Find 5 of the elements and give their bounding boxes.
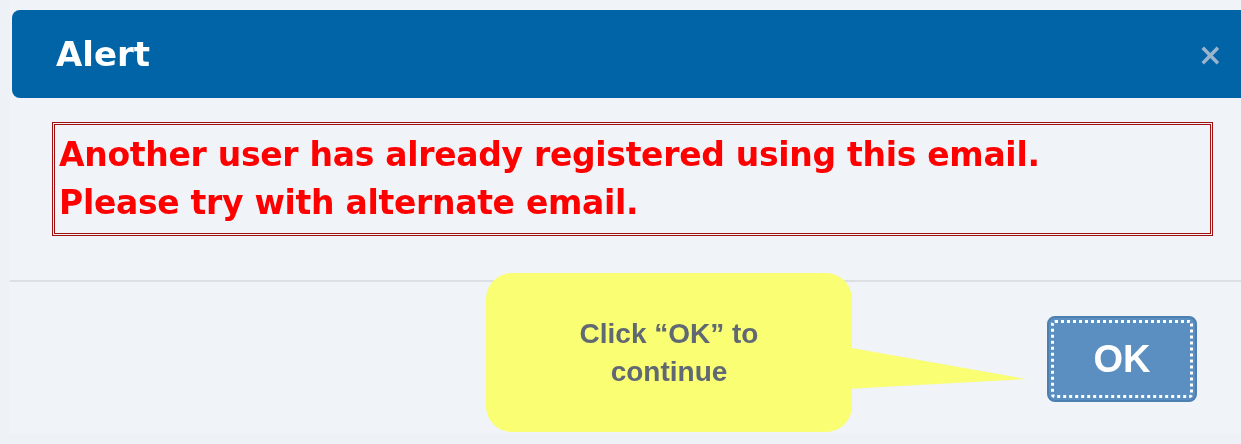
ok-button[interactable]: OK — [1047, 316, 1197, 402]
error-message: Another user has already registered using this email. Please try with alternate email. — [52, 122, 1213, 236]
close-button[interactable]: × — [1197, 36, 1223, 72]
dialog-title: Alert — [56, 34, 151, 74]
callout-text: Click “OK” to continue — [578, 316, 760, 389]
